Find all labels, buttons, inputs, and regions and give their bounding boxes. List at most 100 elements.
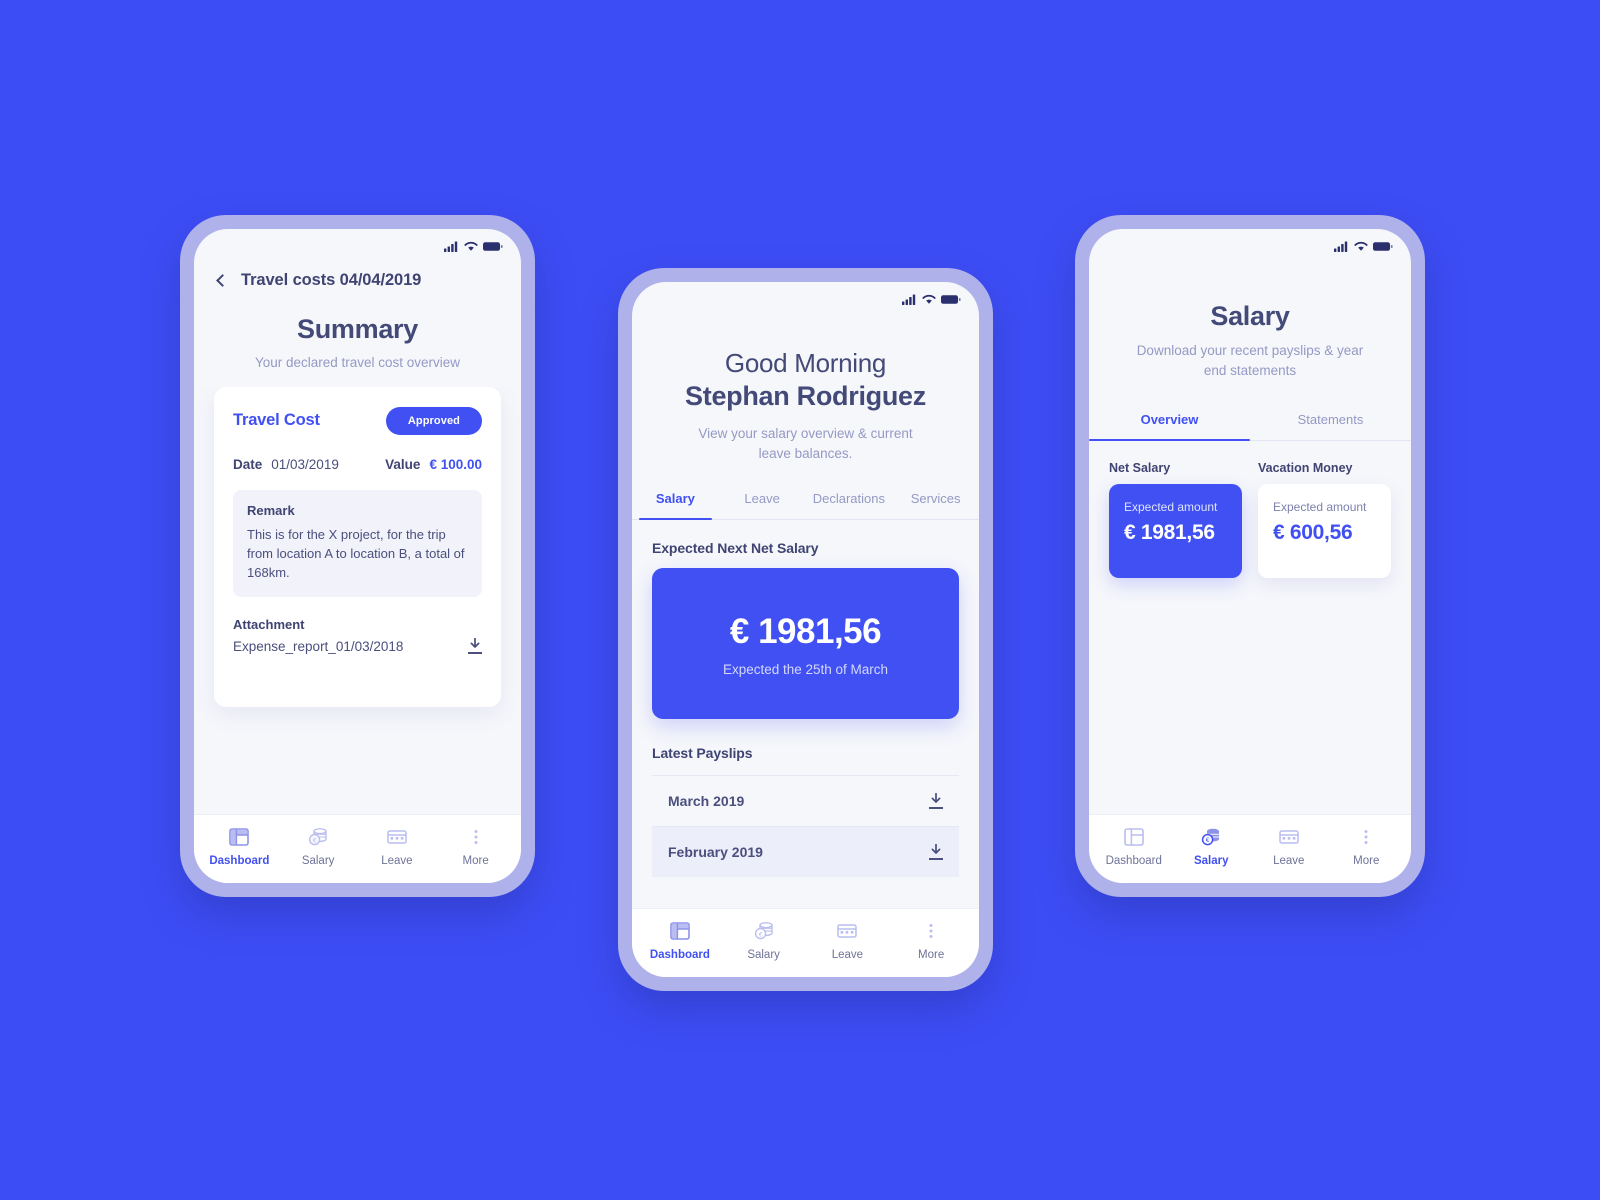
nav-label: More [462, 855, 489, 867]
nav-item-dashboard[interactable]: Dashboard [200, 826, 279, 867]
nav-item-more[interactable]: More [889, 920, 973, 961]
nav-label: Salary [747, 949, 780, 961]
payslip-label: March 2019 [668, 793, 745, 810]
calendar-card-icon [1279, 830, 1299, 844]
bottom-navigation: Dashboard € Salary Leave More [632, 908, 979, 977]
remark-text: This is for the X project, for the trip … [247, 526, 465, 581]
card-header-row: Travel Cost Approved [233, 406, 482, 435]
svg-text:€: € [1206, 837, 1210, 844]
tab-label: Declarations [812, 491, 885, 507]
back-chevron-icon[interactable] [216, 274, 229, 287]
attachment-row: Expense_report_01/03/2018 [233, 637, 482, 655]
tab-services[interactable]: Services [892, 479, 979, 519]
tab-label: Salary [655, 491, 695, 507]
vacation-money-card[interactable]: Expected amount € 600,56 [1258, 484, 1391, 579]
coins-euro-icon: € [754, 922, 773, 940]
battery-icon [483, 242, 503, 251]
nav-header: Travel costs 04/04/2019 [194, 255, 521, 290]
user-name: Stephan Rodriguez [685, 381, 926, 411]
battery-icon [941, 295, 961, 304]
nav-label: Dashboard [1105, 855, 1162, 867]
svg-text:€: € [758, 931, 762, 938]
phone-mockup-center: Good Morning Stephan Rodriguez View your… [618, 268, 993, 991]
bottom-navigation: Dashboard € Salary Leave More [194, 814, 521, 883]
nav-item-salary[interactable]: € Salary [1173, 826, 1251, 867]
net-salary-block: Net Salary Expected amount € 1981,56 [1109, 461, 1242, 579]
page-header-left: Summary Your declared travel cost overvi… [194, 290, 521, 387]
wifi-icon [922, 294, 936, 304]
vacation-money-block: Vacation Money Expected amount € 600,56 [1258, 461, 1391, 579]
attachment-label: Attachment [233, 617, 305, 633]
nav-item-leave[interactable]: Leave [806, 920, 890, 961]
signal-icon [1334, 241, 1348, 252]
card-heading: Travel Cost [233, 411, 320, 430]
greeting-text: Good Morning [724, 348, 887, 378]
nav-item-salary[interactable]: € Salary [279, 826, 358, 867]
net-salary-card[interactable]: Expected amount € 1981,56 [1109, 484, 1242, 579]
expected-salary-title: Expected Next Net Salary [652, 540, 819, 557]
nav-label: Salary [301, 855, 335, 867]
dashboard-icon [229, 828, 250, 846]
expected-salary-card[interactable]: € 1981,56 Expected the 25th of March [652, 568, 959, 720]
nav-item-leave[interactable]: Leave [1250, 826, 1328, 867]
calendar-card-icon [387, 830, 407, 844]
date-value: 01/03/2019 [271, 456, 339, 472]
tab-label: Leave [744, 491, 780, 507]
nav-item-more[interactable]: More [436, 826, 515, 867]
tab-statements[interactable]: Statements [1250, 400, 1411, 440]
more-dots-icon [1364, 830, 1368, 844]
svg-text:€: € [313, 837, 317, 844]
more-dots-icon [474, 830, 478, 844]
signal-icon [902, 294, 916, 305]
dashboard-icon [670, 922, 690, 940]
payslips-title: Latest Payslips [652, 745, 753, 762]
greeting-header: Good Morning Stephan Rodriguez View your… [632, 308, 979, 479]
battery-icon [1373, 242, 1393, 251]
calendar-card-icon [837, 924, 858, 938]
status-bar [1089, 229, 1411, 255]
payslip-label: February 2019 [668, 844, 763, 861]
page-title: Summary [297, 314, 418, 344]
download-icon[interactable] [929, 792, 943, 810]
nav-item-salary[interactable]: € Salary [722, 920, 806, 961]
page-subtitle: Download your recent payslips & year end… [1136, 343, 1364, 378]
nav-label: Dashboard [649, 949, 710, 961]
payslip-row[interactable]: February 2019 [652, 826, 959, 878]
screen-salary-overview: Salary Download your recent payslips & y… [1089, 229, 1411, 883]
nav-item-dashboard[interactable]: Dashboard [638, 920, 722, 961]
payslips-list: March 2019 February 2019 [632, 775, 979, 878]
tab-salary[interactable]: Salary [632, 479, 719, 521]
payslip-row[interactable]: March 2019 [652, 775, 959, 826]
tab-leave[interactable]: Leave [719, 479, 806, 519]
download-icon[interactable] [468, 637, 482, 655]
attachment-name: Expense_report_01/03/2018 [233, 638, 404, 654]
expected-salary-amount: € 1981,56 [729, 612, 882, 652]
tab-label: Statements [1297, 412, 1364, 428]
wifi-icon [464, 241, 478, 251]
page-header-right: Salary Download your recent payslips & y… [1089, 255, 1411, 400]
nav-label: Leave [1273, 855, 1305, 867]
section-tabs: Overview Statements [1089, 400, 1411, 442]
mini-card-amount: € 1981,56 [1124, 521, 1215, 545]
wifi-icon [1354, 241, 1368, 251]
page-title: Salary [1210, 301, 1290, 331]
status-bar [632, 282, 979, 308]
tab-overview[interactable]: Overview [1089, 400, 1250, 442]
tab-declarations[interactable]: Declarations [806, 479, 893, 519]
travel-cost-card: Travel Cost Approved Date 01/03/2019 Val… [214, 386, 501, 707]
screen-travel-cost-summary: Travel costs 04/04/2019 Summary Your dec… [194, 229, 521, 883]
nav-label: More [918, 949, 945, 961]
nav-item-more[interactable]: More [1328, 826, 1406, 867]
status-bar [194, 229, 521, 255]
page-subtitle: Your declared travel cost overview [254, 355, 461, 370]
phone-mockup-left: Travel costs 04/04/2019 Summary Your dec… [180, 215, 535, 897]
nav-item-leave[interactable]: Leave [358, 826, 437, 867]
download-icon[interactable] [929, 843, 943, 861]
content-area: Expected Next Net Salary € 1981,56 Expec… [632, 520, 979, 908]
nav-label: Salary [1193, 855, 1229, 867]
mini-card-sub: Expected amount [1273, 500, 1367, 515]
nav-label: Dashboard [209, 855, 270, 867]
nav-item-dashboard[interactable]: Dashboard [1095, 826, 1173, 867]
nav-label: More [1353, 855, 1380, 867]
value-label: Value [385, 456, 421, 472]
